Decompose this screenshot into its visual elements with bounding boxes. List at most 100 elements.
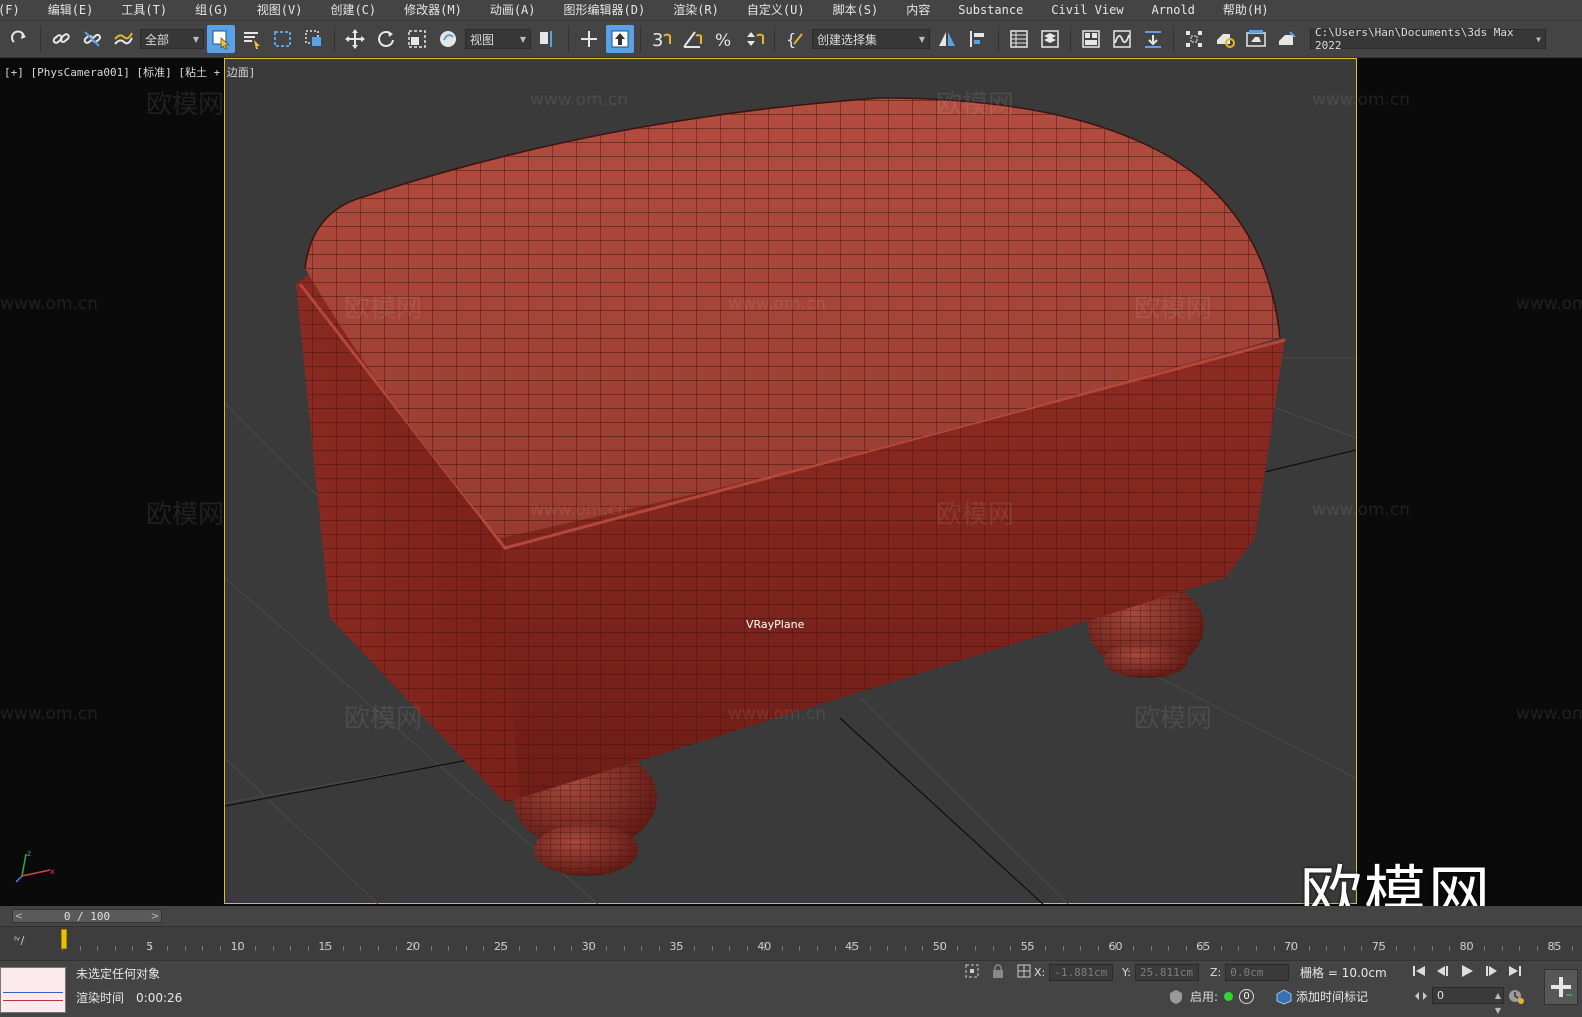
timeline-tick	[1343, 946, 1345, 951]
render-setup-icon[interactable]	[1211, 25, 1239, 53]
named-selection-dropdown[interactable]: 创建选择集 ▼	[812, 29, 930, 49]
play-icon[interactable]	[1458, 962, 1476, 980]
menu-item[interactable]: 编辑(E)	[34, 0, 108, 20]
menu-item[interactable]: 帮助(H)	[1209, 0, 1283, 20]
track-bar[interactable]: ᴵᵛ∕ 5 10 15 20 25 30 35 40 45 50 55 60 65 70 75 80 85	[0, 926, 1582, 960]
percent-snap-icon[interactable]: %	[709, 25, 737, 53]
lock-icon[interactable]	[990, 963, 1006, 979]
redo-icon[interactable]	[6, 25, 34, 53]
coord-y-field[interactable]: 25.811cm	[1134, 964, 1199, 981]
toggle-ribbon-icon[interactable]	[1077, 25, 1105, 53]
menu-item[interactable]: Arnold	[1138, 0, 1209, 20]
maxscript-listener[interactable]	[0, 967, 66, 1013]
shield-icon[interactable]	[1168, 989, 1184, 1005]
timeline-tick-label: 35	[669, 940, 684, 953]
select-object-icon[interactable]	[207, 25, 235, 53]
menu-item[interactable]: 图形编辑器(D)	[550, 0, 660, 20]
time-configuration-icon[interactable]	[1508, 988, 1524, 1004]
snaps-toggle-icon[interactable]: 3	[647, 25, 675, 53]
current-frame-field[interactable]: 0 ▲ ▼	[1432, 987, 1504, 1015]
rendered-frame-window-icon[interactable]	[1242, 25, 1270, 53]
menu-item[interactable]: 修改器(M)	[390, 0, 476, 20]
timeline-tick	[817, 946, 818, 951]
render-production-icon[interactable]	[1273, 25, 1301, 53]
move-icon[interactable]	[341, 25, 369, 53]
timeline-tick	[1361, 946, 1363, 951]
layer-explorer-icon[interactable]	[1036, 25, 1064, 53]
align-icon[interactable]	[964, 25, 992, 53]
timeline-tick	[1220, 946, 1222, 951]
select-by-name-icon[interactable]	[238, 25, 266, 53]
menu-item[interactable]: 自定义(U)	[733, 0, 819, 20]
menu-item[interactable]: 视图(V)	[243, 0, 317, 20]
window-crossing-icon[interactable]	[300, 25, 328, 53]
coord-x-field[interactable]: -1.881cm	[1049, 964, 1114, 981]
absolute-mode-icon[interactable]	[1016, 963, 1032, 979]
time-slider-bar: < 0 / 100 >	[0, 906, 1582, 926]
schematic-view-icon[interactable]	[1139, 25, 1167, 53]
timeline-tick	[922, 946, 924, 951]
time-slider[interactable]: < 0 / 100 >	[12, 909, 162, 923]
bind-spacewarp-icon[interactable]	[109, 25, 137, 53]
chevron-right-icon[interactable]: >	[148, 909, 162, 923]
render-time-label: 渲染时间	[76, 991, 125, 1005]
material-editor-icon[interactable]	[1180, 25, 1208, 53]
viewport[interactable]: [+] [PhysCamera001] [标准] [粘土 + 边面] 欧模网 w…	[0, 58, 1582, 906]
rectangular-selection-icon[interactable]	[269, 25, 297, 53]
add-button[interactable]	[1544, 969, 1578, 1005]
timeline-tick	[1536, 946, 1538, 951]
mirror-icon[interactable]	[933, 25, 961, 53]
reference-coordinate-dropdown[interactable]: 视图 ▼	[465, 29, 531, 49]
timeline-tick	[746, 946, 748, 951]
menu-item[interactable]: 创建(C)	[316, 0, 390, 20]
menu-item[interactable]: (F)	[0, 0, 34, 20]
scene-explorer-icon[interactable]	[1005, 25, 1033, 53]
menu-item[interactable]: 脚本(S)	[819, 0, 893, 20]
menu-item[interactable]: 动画(A)	[476, 0, 550, 20]
project-path-dropdown[interactable]: C:\Users\Han\Documents\3ds Max 2022 ▼	[1310, 26, 1546, 52]
angle-snap-icon[interactable]	[678, 25, 706, 53]
isolate-selection-icon[interactable]	[964, 963, 980, 979]
curve-editor-icon[interactable]	[1108, 25, 1136, 53]
rotate-icon[interactable]	[372, 25, 400, 53]
chevron-down-icon: ▼	[918, 34, 925, 44]
keyboard-shortcut-override-icon[interactable]	[606, 25, 634, 53]
add-time-tag[interactable]: 添加时间标记	[1276, 988, 1368, 1005]
render-time: 渲染时间 0:00:26	[76, 989, 182, 1006]
axis-tripod-icon: x z	[15, 849, 55, 883]
previous-frame-icon[interactable]	[1434, 962, 1452, 980]
timeline-tick-label: 45	[845, 940, 860, 953]
next-frame-icon[interactable]	[1482, 962, 1500, 980]
menu-item[interactable]: 内容	[892, 0, 944, 20]
mini-curve-editor-icon[interactable]: ᴵᵛ∕	[14, 934, 24, 947]
spinner-snap-icon[interactable]	[740, 25, 768, 53]
spinner-icon[interactable]: ▲ ▼	[1495, 988, 1501, 1017]
enable-count[interactable]: 0	[1239, 989, 1255, 1004]
time-cursor[interactable]	[61, 929, 67, 949]
menu-bar: (F) 编辑(E) 工具(T) 组(G) 视图(V) 创建(C) 修改器(M) 动画(A) 图形…	[0, 0, 1582, 20]
menu-item[interactable]: 工具(T)	[107, 0, 181, 20]
menu-item[interactable]: Substance	[944, 0, 1037, 20]
menu-item[interactable]: 渲染(R)	[659, 0, 733, 20]
coord-z-field[interactable]: 0.0cm	[1225, 964, 1290, 981]
key-mode-icon[interactable]	[1414, 990, 1428, 1002]
render-time-value: 0:00:26	[136, 991, 183, 1005]
menu-item[interactable]: Civil View	[1037, 0, 1137, 20]
timeline-tick	[1168, 946, 1170, 951]
pivot-center-icon[interactable]	[534, 25, 562, 53]
menu-item[interactable]: 组(G)	[181, 0, 243, 20]
timeline-tick-label: 5	[146, 940, 154, 953]
placement-icon[interactable]	[434, 25, 462, 53]
viewport-label[interactable]: [+] [PhysCamera001] [标准] [粘土 + 边面]	[4, 64, 255, 80]
link-icon[interactable]	[47, 25, 75, 53]
scale-icon[interactable]	[403, 25, 431, 53]
go-to-end-icon[interactable]	[1506, 962, 1524, 980]
edit-named-selection-icon[interactable]: {	[781, 25, 809, 53]
unlink-icon[interactable]	[78, 25, 106, 53]
go-to-start-icon[interactable]	[1410, 962, 1428, 980]
select-manipulate-icon[interactable]	[575, 25, 603, 53]
chevron-down-icon: ▼	[192, 34, 199, 44]
timeline-tick	[255, 946, 257, 951]
timeline-ruler[interactable]: 5 10 15 20 25 30 35 40 45 50 55 60 65 70 75 80 85	[62, 927, 1573, 961]
selection-filter-dropdown[interactable]: 全部 ▼	[140, 29, 204, 49]
